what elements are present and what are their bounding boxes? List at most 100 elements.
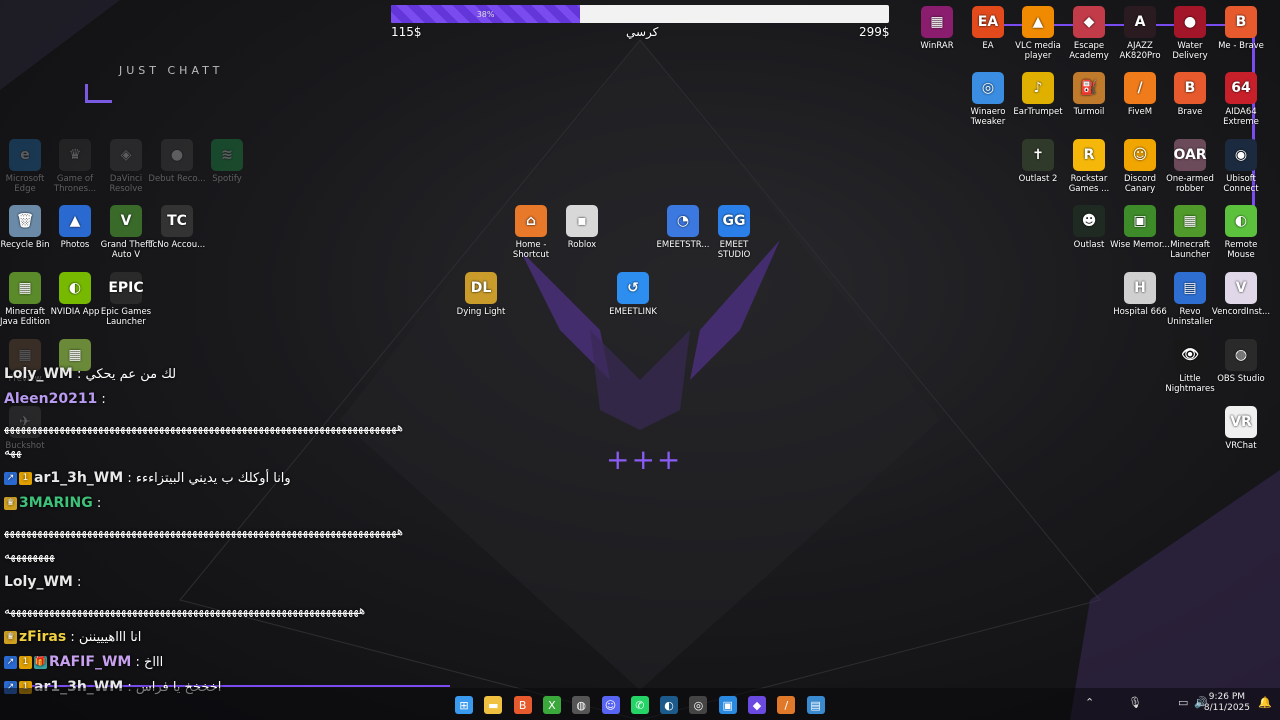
desktop-icon-obs[interactable]: ◍ OBS Studio (1211, 339, 1271, 384)
water-icon: ● (1174, 6, 1206, 38)
taskbar-app11-icon[interactable]: ◆ (748, 696, 766, 714)
chat-separator: : (66, 630, 79, 645)
tcno-icon: TC (161, 205, 193, 237)
desktop-icon-epic[interactable]: EPIC Epic Games Launcher (96, 272, 156, 327)
taskbar-app13-icon[interactable]: ▤ (806, 696, 825, 714)
brave-me-icon: B (1225, 6, 1257, 38)
taskbar-clock[interactable]: 9:26 PM 8/11/2025 (1204, 692, 1250, 714)
chat-badge-vip-icon: ↗ (4, 656, 17, 669)
desktop-icon-dying[interactable]: DL Dying Light (451, 272, 511, 317)
chat-separator: : (97, 392, 106, 407)
goal-progress-percent: 38% (476, 9, 495, 19)
desktop-icon-label: Dying Light (456, 307, 506, 317)
taskbar-explorer-icon[interactable]: ▬ (484, 696, 503, 714)
chat-message: هههههههههههههههههههههههههههههههههههههههه… (4, 519, 404, 567)
desktop-icon-label: Roblox (567, 240, 597, 250)
chat-overlay: Loly_WM : لك من عم يحكي Aleen20211 : ههههه… (4, 365, 404, 703)
emeetstr-icon: ◔ (667, 205, 699, 237)
desktop-icon-label: Epic Games Launcher (100, 307, 152, 327)
one-armed-icon: OAR (1173, 139, 1207, 171)
chat-text: هههههههههههههههههههههههههههههههههههههههه… (4, 524, 404, 562)
photos-icon: ▲ (59, 205, 91, 237)
goal-progress-bar: 38% (391, 5, 889, 23)
desktop-icon-brave-me[interactable]: B Me - Brave (1211, 6, 1271, 51)
clock-date: 8/11/2025 (1203, 703, 1250, 713)
goal-title: كرسي (626, 25, 659, 39)
taskbar-app12-icon[interactable]: / (777, 696, 796, 714)
roblox-icon: ▪ (566, 205, 598, 237)
taskbar-xbox-icon[interactable]: X (542, 696, 561, 714)
desktop-icon-spotify[interactable]: ≋ Spotify (197, 139, 257, 184)
winaero-icon: ◎ (972, 72, 1004, 104)
chat-separator: : (131, 655, 144, 670)
taskbar-app10-icon[interactable]: ▣ (718, 696, 737, 714)
desktop-icon-label: AIDA64 Extreme (1223, 107, 1259, 127)
chat-badge-1-icon: 1 (19, 656, 32, 669)
desktop-icon-remote[interactable]: ◐ Remote Mouse (1211, 205, 1271, 260)
chat-message: ♛ 3MARING : (4, 494, 404, 513)
bell-icon[interactable]: 🔔 (1258, 696, 1272, 709)
chat-username: Aleen20211 (4, 391, 98, 407)
taskbar-steam-icon[interactable]: ◐ (660, 696, 679, 714)
desktop-icon-roblox[interactable]: ▪ Roblox (552, 205, 612, 250)
emeetlink-icon: ↺ (617, 272, 649, 304)
nightmares-icon: 👁 (1174, 339, 1206, 371)
davinci-icon: ◈ (110, 139, 142, 171)
desktop-icon-label: Remote Mouse (1224, 240, 1258, 260)
desktop-icon-aida[interactable]: 64 AIDA64 Extreme (1211, 72, 1271, 127)
obs-icon: ◍ (1225, 339, 1257, 371)
clock-time: 9:26 PM (1208, 692, 1246, 702)
chat-badge-crown-icon: ♛ (4, 497, 17, 510)
taskbar-whatsapp-icon[interactable]: ✆ (630, 696, 649, 714)
spotify-icon: ≋ (211, 139, 243, 171)
discord-canary-icon: ☺ (1124, 139, 1156, 171)
mic-icon[interactable]: 🎙 (1128, 696, 1142, 709)
outlast2-icon: ✝ (1022, 139, 1054, 171)
desktop-icon-label: Ubisoft Connect (1223, 174, 1259, 194)
corner-bracket (85, 84, 112, 103)
desktop-icon-vencord[interactable]: V VencordInst... (1211, 272, 1271, 317)
vrchat-icon: VR (1225, 406, 1257, 438)
desktop-icon-label: TcNo Accou... (148, 240, 206, 250)
chat-text: هههههههههههههههههههههههههههههههههههههههه… (4, 420, 404, 458)
desktop-icon-tcno[interactable]: TC TcNo Accou... (147, 205, 207, 250)
desktop-icon-vrchat[interactable]: VR VRChat (1211, 406, 1271, 451)
ea-icon: EA (972, 6, 1004, 38)
turmoil-icon: ⛽ (1073, 72, 1105, 104)
network-icon[interactable]: ▭ (1178, 696, 1188, 709)
chat-message: هههههههههههههههههههههههههههههههههههههههه… (4, 415, 404, 463)
chat-separator: : (123, 471, 136, 486)
desktop-icon-label: OBS Studio (1217, 374, 1265, 384)
outlast-icon: ☻ (1073, 205, 1105, 237)
epic-icon: EPIC (108, 272, 144, 304)
chevron-up-icon[interactable]: ⌃ (1085, 696, 1094, 709)
taskbar-obs-icon[interactable]: ◍ (572, 696, 591, 714)
chat-separator: : (92, 496, 102, 511)
desktop-icon-ubisoft[interactable]: ◉ Ubisoft Connect (1211, 139, 1271, 194)
goal-current: 115$ (391, 25, 422, 39)
goal-target: 299$ (859, 25, 890, 39)
taskbar-app9-icon[interactable]: ◎ (689, 696, 708, 714)
chat-text: لك من عم يحكي (85, 367, 177, 382)
taskbar-discord-icon[interactable]: ☺ (601, 696, 620, 714)
eartrumpet-icon: ♪ (1022, 72, 1054, 104)
chat-message: ↗ 1 ar1_3h_WM : وانا أوكلك ب يديني البيتزا… (4, 469, 404, 488)
taskbar-start-icon[interactable]: ⊞ (455, 696, 473, 714)
chat-message: Aleen20211 : (4, 390, 404, 409)
taskbar-brave-icon[interactable]: B (513, 696, 532, 714)
desktop-icon-emeetstudio[interactable]: GG EMEET STUDIO (704, 205, 764, 260)
emeetstudio-icon: GG (718, 205, 750, 237)
vencord-icon: V (1225, 272, 1257, 304)
desktop-icon-emeetlink[interactable]: ↺ EMEETLINK (603, 272, 663, 317)
home-icon: ⌂ (515, 205, 547, 237)
chat-separator: : (72, 367, 86, 382)
chat-message: Loly_WM : (4, 573, 404, 592)
gta-icon: V (110, 205, 142, 237)
chat-username: ar1_3h_WM (34, 470, 124, 486)
brave-icon: B (1174, 72, 1206, 104)
mc-launcher-icon: ▦ (1174, 205, 1206, 237)
chat-message: هههههههههههههههههههههههههههههههههههههههه… (4, 598, 404, 622)
debut-icon: ● (161, 139, 193, 171)
chat-username: Loly_WM (4, 574, 73, 590)
chat-badge-gift-icon: 🎁 (34, 656, 47, 669)
